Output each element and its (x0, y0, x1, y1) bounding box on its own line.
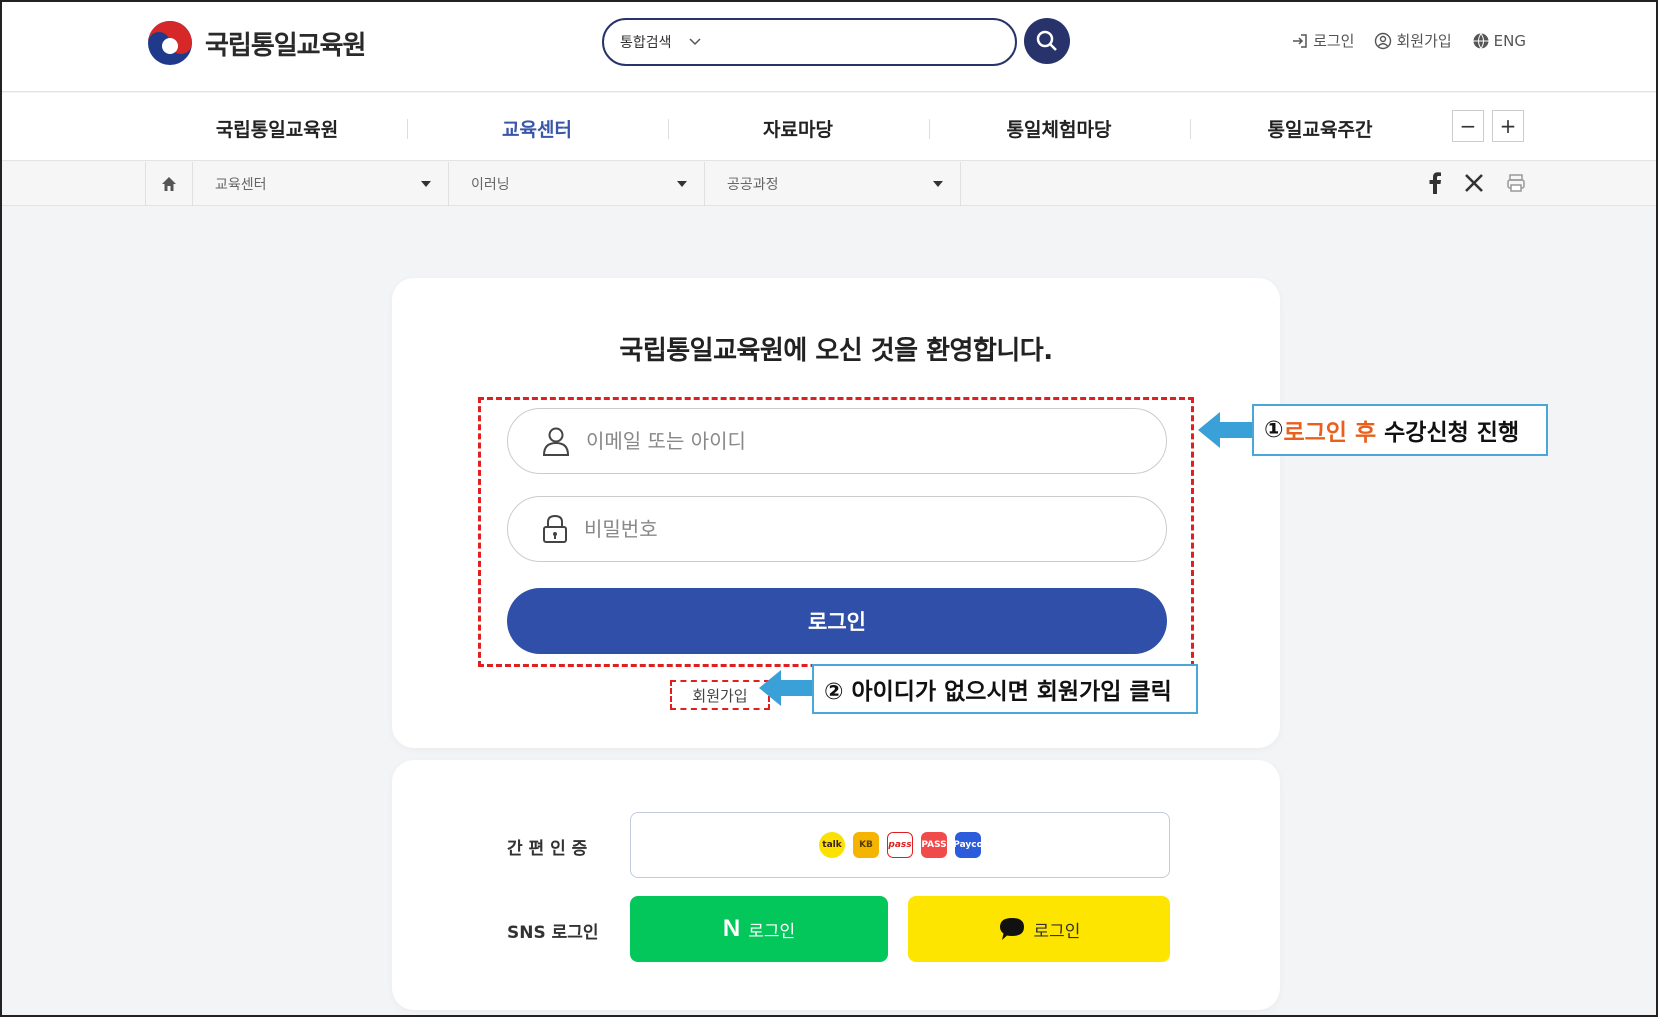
easy-auth-button[interactable]: talk KB pass PASS Payco (630, 812, 1170, 878)
breadcrumb-level3-label: 공공과정 (727, 177, 779, 193)
annotation-callout-login: ① 로그인 후 수강신청 진행 (1252, 404, 1548, 456)
x-twitter-icon[interactable] (1464, 173, 1484, 193)
annotation-arrow-left-icon (1198, 412, 1252, 448)
annotation-arrow-left-icon (759, 670, 813, 706)
search-icon (1036, 30, 1057, 51)
logo-text: 국립통일교육원 (205, 30, 366, 61)
breadcrumb-level2-label: 이러닝 (471, 177, 510, 193)
search-input[interactable]: 통합검색 (602, 18, 1017, 66)
chevron-down-icon (689, 38, 701, 46)
search-category-label: 통합검색 (620, 35, 672, 51)
breadcrumb: 교육센터 이러닝 공공과정 (2, 162, 1656, 206)
join-link-label: 회원가입 (1396, 32, 1452, 50)
caret-down-icon (933, 181, 943, 187)
breadcrumb-level2-select[interactable]: 이러닝 (449, 162, 705, 206)
nav-item-experience[interactable]: 통일체험마당 (929, 115, 1189, 142)
annotation-highlight-box (478, 397, 1194, 667)
language-label: ENG (1493, 31, 1526, 50)
home-button[interactable] (145, 162, 193, 206)
breadcrumb-level1-label: 교육센터 (215, 177, 267, 193)
naver-login-label: 로그인 (748, 921, 796, 942)
site-header: 국립통일교육원 통합검색 로그인 회원가입 ENG (2, 2, 1656, 92)
callout1-text: 수강신청 진행 (1376, 420, 1520, 446)
breadcrumb-level3-select[interactable]: 공공과정 (705, 162, 961, 206)
user-circle-icon (1375, 32, 1392, 49)
payco-auth-icon: Payco (953, 832, 983, 858)
annotation-callout-join: ② 아이디가 없으시면 회원가입 클릭 (812, 664, 1198, 714)
nav-item-education-week[interactable]: 통일교육주간 (1190, 115, 1450, 142)
toss-auth-icon: PASS (921, 832, 947, 858)
alt-login-card: 간 편 인 증 talk KB pass PASS Payco SNS 로그인 … (392, 760, 1280, 1010)
taegeuk-logo-icon (148, 21, 192, 65)
join-link-top[interactable]: 회원가입 (1374, 30, 1452, 51)
site-logo[interactable]: 국립통일교육원 (145, 18, 366, 68)
search-category-select[interactable]: 통합검색 (620, 32, 702, 52)
facebook-icon[interactable] (1428, 172, 1442, 194)
share-tools (1428, 172, 1526, 194)
kb-auth-icon: KB (853, 832, 879, 858)
kakao-login-button[interactable]: 로그인 (908, 896, 1170, 962)
zoom-in-button[interactable]: + (1492, 110, 1524, 142)
search-button[interactable] (1024, 18, 1070, 64)
nav-item-education-center[interactable]: 교육센터 (407, 115, 667, 142)
caret-down-icon (421, 181, 431, 187)
naver-n-icon: N (722, 915, 741, 942)
globe-icon (1473, 32, 1489, 49)
join-link[interactable]: 회원가입 (670, 680, 770, 710)
zoom-out-button[interactable]: − (1452, 110, 1484, 142)
nav-item-institute[interactable]: 국립통일교육원 (147, 115, 407, 142)
main-navigation: 국립통일교육원 교육센터 자료마당 통일체험마당 통일교육주간 − + (2, 93, 1656, 161)
login-link[interactable]: 로그인 (1291, 30, 1354, 51)
login-icon (1293, 33, 1307, 48)
naver-login-button[interactable]: N 로그인 (630, 896, 888, 962)
caret-down-icon (677, 181, 687, 187)
callout1-highlight: 로그인 후 (1283, 420, 1377, 446)
language-link[interactable]: ENG (1472, 30, 1526, 51)
callout1-number: ① (1264, 417, 1284, 443)
pass-auth-icon: pass (887, 832, 913, 858)
browser-frame: 국립통일교육원 통합검색 로그인 회원가입 ENG 국립통일교육원 교육센터 자… (0, 0, 1658, 1017)
nav-item-resources[interactable]: 자료마당 (668, 115, 928, 142)
welcome-heading: 국립통일교육원에 오신 것을 환영합니다. (619, 336, 1053, 366)
home-icon (162, 177, 176, 191)
breadcrumb-level1-select[interactable]: 교육센터 (193, 162, 449, 206)
utility-menu: 로그인 회원가입 ENG (1291, 30, 1526, 51)
login-link-label: 로그인 (1313, 32, 1355, 50)
print-icon[interactable] (1506, 173, 1526, 193)
kakao-login-label: 로그인 (1033, 921, 1081, 942)
sns-login-label: SNS 로그인 (507, 923, 599, 943)
easy-auth-label: 간 편 인 증 (507, 839, 588, 859)
speech-bubble-icon (999, 918, 1024, 940)
kakao-auth-icon: talk (819, 832, 845, 858)
